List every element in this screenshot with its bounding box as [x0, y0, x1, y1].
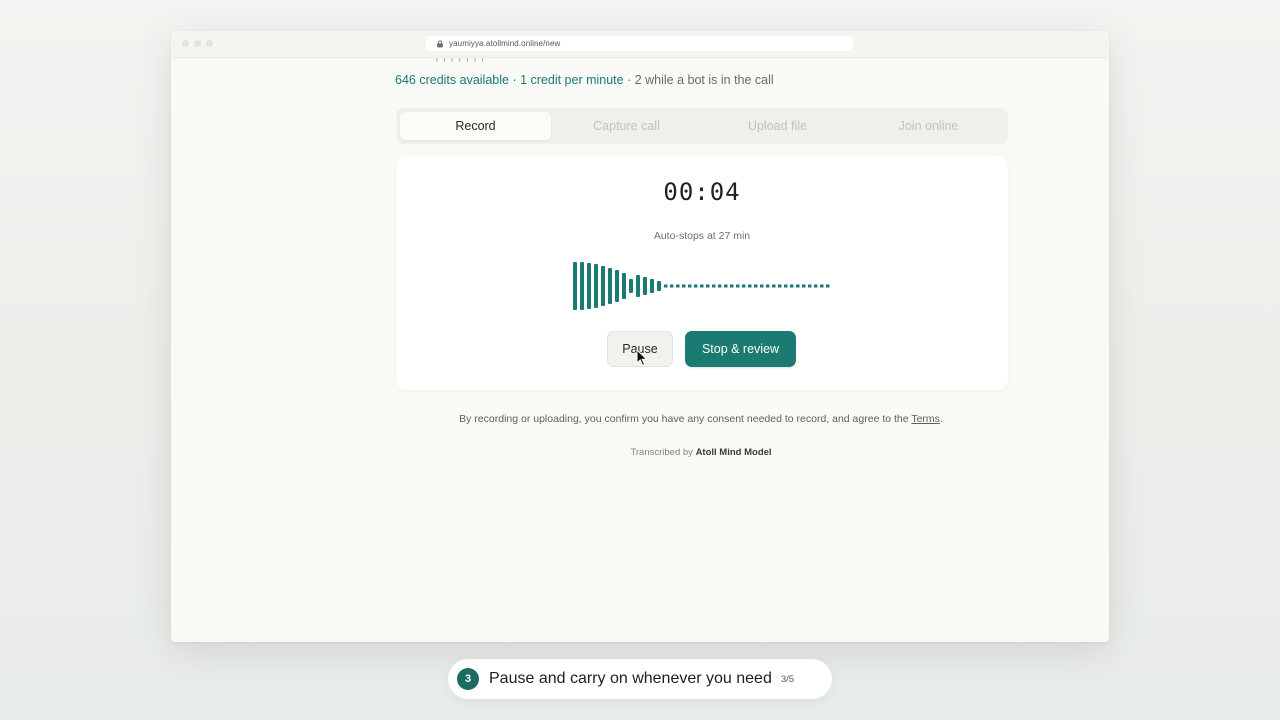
waveform-silence-dash [778, 284, 782, 288]
waveform-bar [608, 268, 612, 304]
waveform-silence-dash [784, 284, 788, 288]
credits-bot-rate: · 2 while a bot is in the call [623, 73, 774, 87]
waveform-silence-dash [814, 284, 818, 288]
transcribed-prefix: Transcribed by [630, 447, 696, 458]
tutorial-step-pill: 3 Pause and carry on whenever you need 3… [448, 659, 832, 699]
waveform-silence-dash [712, 284, 716, 288]
recording-timer: 00:04 [663, 178, 741, 206]
credits-available: 646 credits available [395, 73, 509, 87]
transcription-model-name: Atoll Mind Model [695, 447, 772, 458]
tab-join-online[interactable]: Join online [853, 112, 1004, 140]
waveform-silence-dash [772, 284, 776, 288]
waveform-bar [587, 263, 591, 309]
waveform-silence-dash [694, 284, 698, 288]
tab-record[interactable]: Record [400, 112, 551, 140]
waveform-silence-dash [706, 284, 710, 288]
waveform-bar [657, 281, 661, 291]
step-counter: 3/5 [780, 673, 795, 685]
tab-upload-file[interactable]: Upload file [702, 112, 853, 140]
transcribed-by: Transcribed by Atoll Mind Model [171, 447, 1109, 458]
waveform-bar [643, 277, 647, 295]
waveform-silence-dash [790, 284, 794, 288]
waveform-silence-dash [670, 284, 674, 288]
waveform-silence-dash [808, 284, 812, 288]
waveform-bar [615, 270, 619, 302]
waveform-silence-dash [826, 284, 830, 288]
waveform-bar [622, 273, 626, 299]
waveform-silence-dash [664, 284, 668, 288]
autostop-note: Auto-stops at 27 min [653, 230, 751, 242]
window-control-minimize[interactable] [194, 40, 201, 47]
waveform-silence-dash [688, 284, 692, 288]
waveform-bar [594, 264, 598, 308]
step-caption: Pause and carry on whenever you need [489, 670, 772, 687]
input-mode-tabs: Record Capture call Upload file Join onl… [396, 108, 1008, 144]
waveform-silence-dash [820, 284, 824, 288]
waveform-silence-dash [724, 284, 728, 288]
address-bar[interactable]: yaumiyya.atollmind.online/new [426, 36, 853, 51]
consent-end: . [939, 413, 943, 425]
waveform-bar [629, 279, 633, 293]
lock-icon [437, 39, 443, 47]
waveform-silence-dash [766, 284, 770, 288]
audio-waveform [573, 262, 830, 310]
waveform-silence-dash [748, 284, 752, 288]
waveform-silence-dash [718, 284, 722, 288]
url-text: yaumiyya.atollmind.online/new [449, 39, 561, 48]
consent-text: By recording or uploading, you confirm y… [459, 413, 912, 425]
credits-rate: · 1 credit per minute [508, 73, 624, 87]
waveform-silence-dash [676, 284, 680, 288]
waveform-silence-dash [754, 284, 758, 288]
tab-capture-call[interactable]: Capture call [551, 112, 702, 140]
waveform-silence-dash [802, 284, 806, 288]
waveform-bar [636, 275, 640, 297]
recorder-card: 00:04 Auto-stops at 27 min Pause Stop & … [396, 156, 1008, 390]
consent-notice: By recording or uploading, you confirm y… [171, 413, 1109, 425]
step-number-badge: 3 [457, 668, 479, 690]
waveform-bar [650, 279, 654, 293]
waveform-silence-dash [760, 284, 764, 288]
waveform-bar [580, 262, 584, 310]
window-control-close[interactable] [182, 40, 189, 47]
credits-info: 646 credits available · 1 credit per min… [395, 73, 774, 87]
terms-link[interactable]: Terms [911, 413, 940, 425]
scrolled-text-fragment: , , , , , , , [435, 54, 485, 63]
waveform-silence-dash [730, 284, 734, 288]
waveform-bar [601, 266, 605, 306]
waveform-silence-dash [700, 284, 704, 288]
waveform-silence-dash [736, 284, 740, 288]
waveform-bar [573, 262, 577, 310]
mouse-cursor-icon [636, 349, 648, 367]
waveform-silence-dash [796, 284, 800, 288]
browser-window: yaumiyya.atollmind.online/new , , , , , … [171, 31, 1109, 642]
window-control-maximize[interactable] [206, 40, 213, 47]
stop-review-button[interactable]: Stop & review [685, 331, 796, 367]
waveform-silence-dash [742, 284, 746, 288]
waveform-silence-dash [682, 284, 686, 288]
